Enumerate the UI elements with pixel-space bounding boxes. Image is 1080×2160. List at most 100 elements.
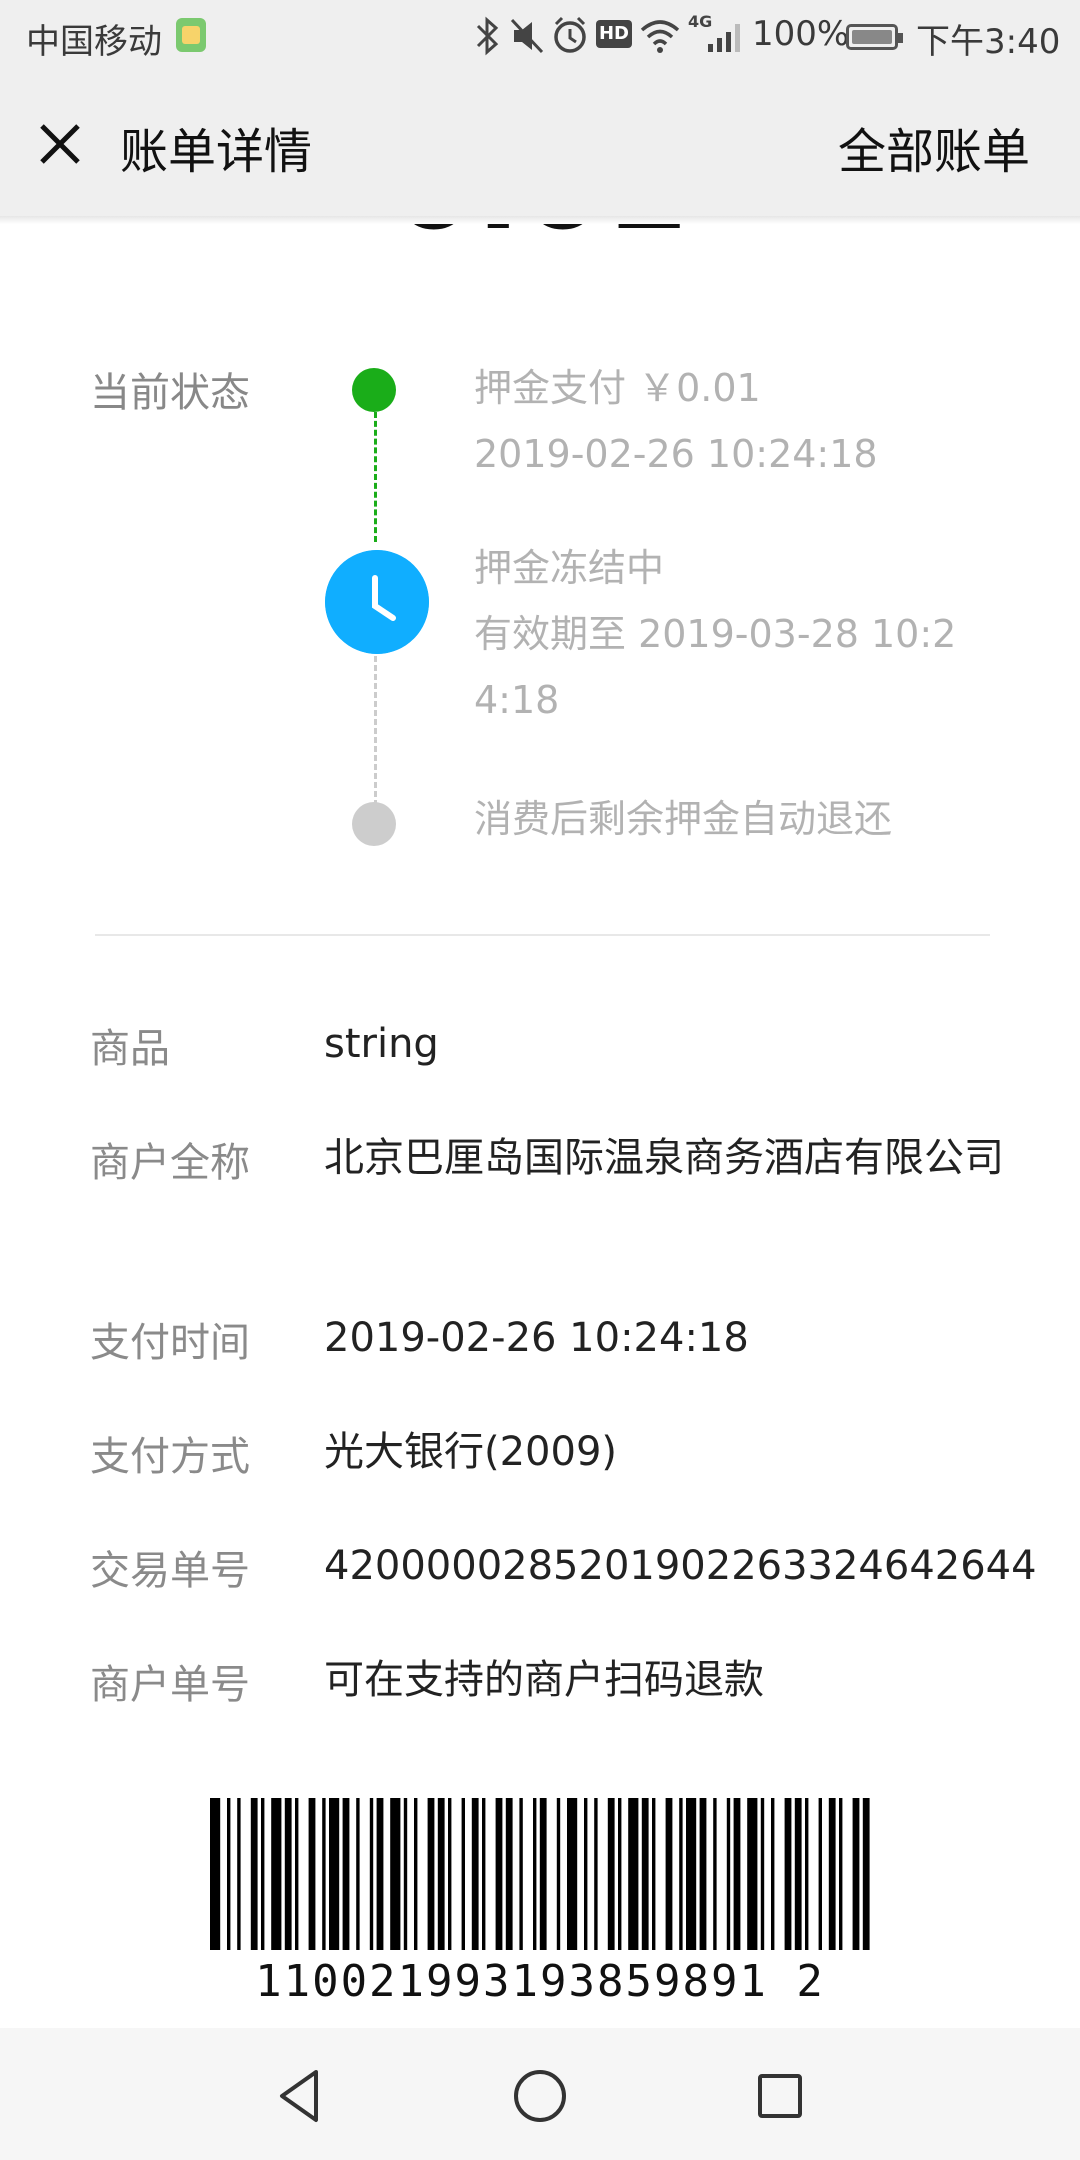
detail-value-pay-method: 光大银行(2009) (324, 1429, 618, 1475)
mute-icon (510, 18, 544, 54)
step-title: 押金冻结中 (474, 546, 665, 590)
4g-signal-icon (708, 24, 740, 52)
barcode-bar (839, 1798, 843, 1950)
step-time: 2019-02-26 10:24:18 (474, 432, 878, 476)
detail-label-merchant-order: 商户单号 (90, 1662, 250, 1708)
detail-label-pay-method: 支付方式 (90, 1434, 250, 1480)
section-divider (95, 934, 990, 936)
barcode-bar (679, 1798, 683, 1950)
barcode-bar (794, 1798, 802, 1950)
home-circle-icon[interactable] (508, 2064, 572, 2128)
barcode-bar (342, 1798, 350, 1950)
step-title: 消费后剩余押金自动退还 (474, 797, 893, 841)
current-status-label: 当前状态 (90, 370, 250, 416)
recents-square-icon[interactable] (748, 2064, 812, 2128)
battery-icon (846, 24, 903, 50)
barcode-bar (556, 1798, 561, 1950)
barcode-bar (369, 1798, 374, 1950)
barcode-bar (237, 1798, 241, 1950)
barcode-bar (495, 1798, 503, 1950)
timeline-step: 押金支付 ￥0.01 2019-02-26 10:24:18 (474, 355, 878, 487)
barcode-bar (828, 1798, 836, 1950)
all-bills-button[interactable]: 全部账单 (838, 112, 1030, 182)
barcode-bar (376, 1798, 384, 1950)
barcode-bar (533, 1798, 537, 1950)
barcode-bar (852, 1798, 860, 1950)
barcode-bar (567, 1798, 578, 1950)
barcode-bar (652, 1798, 656, 1950)
barcode-bar (818, 1798, 822, 1950)
barcode-bar (628, 1798, 639, 1950)
barcode-bar (284, 1798, 292, 1950)
detail-value-transaction-id[interactable]: 4200000285201902263324642644 (324, 1534, 1044, 1598)
detail-value-product: string (324, 1021, 439, 1067)
barcode-bar (261, 1798, 265, 1950)
barcode-bar (356, 1798, 360, 1950)
barcode-bar (271, 1798, 282, 1950)
barcode-bar (414, 1798, 418, 1950)
barcode-bar (471, 1798, 479, 1950)
app-notification-icon (176, 18, 206, 52)
barcode-bar (308, 1798, 316, 1950)
barcode-bar (329, 1798, 340, 1950)
barcode-bar (295, 1798, 299, 1950)
barcode-bar (733, 1798, 741, 1950)
barcode-bar (686, 1798, 697, 1950)
barcode-bar (760, 1798, 765, 1950)
detail-value-merchant-order: 可在支持的商户扫码退款 (324, 1657, 764, 1703)
close-icon[interactable] (24, 108, 96, 180)
barcode-bar (607, 1798, 615, 1950)
bluetooth-icon (476, 16, 499, 56)
step-validity: 有效期至 2019-03-28 10:24:18 (474, 612, 957, 722)
barcode-bar (250, 1798, 258, 1950)
barcode-bar (771, 1798, 775, 1950)
timeline-connector (374, 656, 377, 806)
barcode-bar (726, 1798, 731, 1950)
battery-percent: 100% (752, 14, 850, 54)
barcode-bar (403, 1798, 408, 1950)
barcode-bar (210, 1798, 221, 1950)
barcode-bar (641, 1798, 649, 1950)
barcode-bar (448, 1798, 452, 1950)
barcode-bar (713, 1798, 717, 1950)
barcode-bar (665, 1798, 673, 1950)
barcode-image[interactable] (210, 1798, 870, 1950)
detail-label-pay-time: 支付时间 (90, 1320, 250, 1366)
barcode-bar (322, 1798, 326, 1950)
back-triangle-icon[interactable] (268, 2064, 332, 2128)
status-time: 下午3:40 (916, 22, 1061, 62)
gray-dot-icon (352, 802, 396, 846)
barcode-bar (227, 1798, 231, 1950)
timeline-connector (374, 412, 377, 542)
barcode-bar (699, 1798, 707, 1950)
carrier-name: 中国移动 (26, 22, 162, 62)
detail-label-merchant: 商户全称 (90, 1140, 250, 1186)
barcode-bar (519, 1798, 523, 1950)
barcode-bar (437, 1798, 445, 1950)
page-title: 账单详情 (120, 124, 313, 180)
barcode-bar (390, 1798, 401, 1950)
barcode-bar (427, 1798, 435, 1950)
barcode-bar (784, 1798, 792, 1950)
status-bar: 中国移动 HD 4G 100% 下午3:40 (0, 0, 1080, 72)
barcode-bar (539, 1798, 547, 1950)
barcode-bar (584, 1798, 588, 1950)
barcode-bar (482, 1798, 486, 1950)
system-nav-bar (0, 2028, 1080, 2160)
barcode-number: 110021993193859891 2 (255, 1956, 825, 2007)
clock-icon (325, 550, 429, 654)
alarm-icon (554, 16, 586, 53)
timeline-step: 消费后剩余押金自动退还 (474, 786, 892, 852)
header-shadow (0, 216, 1080, 224)
barcode-bar (747, 1798, 758, 1950)
barcode-bar (505, 1798, 513, 1950)
detail-value-pay-time: 2019-02-26 10:24:18 (324, 1315, 749, 1361)
detail-label-product: 商品 (90, 1026, 170, 1072)
barcode-bar (594, 1798, 598, 1950)
hd-icon: HD (596, 20, 632, 48)
app-header: 账单详情 全部账单 (0, 72, 1080, 216)
barcode-bar (862, 1798, 870, 1950)
wifi-icon (640, 20, 680, 53)
barcode-bar (618, 1798, 622, 1950)
detail-value-merchant: 北京巴厘岛国际温泉商务酒店有限公司 (324, 1135, 1004, 1181)
